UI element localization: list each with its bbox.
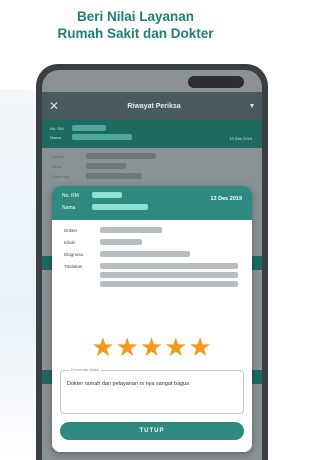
star-icon[interactable]: ★ xyxy=(91,332,115,362)
app-bar: ✕ Riwayat Periksa ▼ xyxy=(42,92,262,120)
dialog-no-rm-label: No. RM xyxy=(62,193,79,199)
dialog-header: No. RM Nama 13 Des 2019 xyxy=(52,186,252,220)
record-field-value xyxy=(86,163,126,169)
record-nama-value xyxy=(72,134,132,140)
app-bar-title: Riwayat Periksa xyxy=(127,102,181,110)
star-icon[interactable]: ★ xyxy=(140,332,164,362)
dialog-nama-value xyxy=(92,204,148,210)
record-field-value xyxy=(86,173,142,179)
comment-input-label: Komentar Anda xyxy=(69,367,101,372)
star-icon[interactable]: ★ xyxy=(116,332,140,362)
star-icon[interactable]: ★ xyxy=(164,332,188,362)
comment-input-value[interactable]: Dokter ramah dan pelayanan rs nya sangat… xyxy=(67,381,237,388)
comment-input[interactable]: Komentar Anda Dokter ramah dan pelayanan… xyxy=(60,367,244,414)
page-headline: Beri Nilai Layanan Rumah Sakit dan Dokte… xyxy=(0,8,271,42)
record-no-rm-value xyxy=(72,125,106,131)
close-button[interactable]: TUTUP xyxy=(60,422,244,440)
record-no-rm-label: No. RM xyxy=(50,126,64,131)
record-field-value xyxy=(86,153,156,159)
star-icon[interactable]: ★ xyxy=(188,332,212,362)
dialog-no-rm-value xyxy=(92,192,122,198)
close-icon[interactable]: ✕ xyxy=(42,99,66,113)
record-date: 13 Des 2019 xyxy=(229,136,252,141)
dialog-field-value xyxy=(100,227,162,233)
record-field-label: Dokter xyxy=(52,154,64,159)
dialog-field-value xyxy=(100,272,238,278)
dialog-field-label: Diagnosa xyxy=(64,252,84,257)
dialog-field-value xyxy=(100,281,238,287)
dialog-nama-label: Nama xyxy=(62,205,76,211)
phone-screen: ✕ Riwayat Periksa ▼ No. RM Nama 13 Des 2… xyxy=(42,70,262,460)
dialog-field-label: Dokter xyxy=(64,228,78,233)
dialog-field-label: Tindakan xyxy=(64,264,83,269)
headline-line-1: Beri Nilai Layanan xyxy=(76,9,195,24)
headline-line-2: Rumah Sakit dan Dokter xyxy=(57,26,214,41)
dialog-date: 13 Des 2019 xyxy=(210,196,243,202)
record-field-label: Klinik xyxy=(52,164,62,169)
dialog-field-value xyxy=(100,251,190,257)
record-header-dimmed: No. RM Nama xyxy=(42,120,262,148)
dialog-field-value xyxy=(100,263,238,269)
phone-notch xyxy=(188,76,244,88)
phone-mockup: ✕ Riwayat Periksa ▼ No. RM Nama 13 Des 2… xyxy=(36,64,268,460)
record-field-label: Diagnosa xyxy=(52,174,69,179)
dialog-field-value xyxy=(100,239,142,245)
dialog-field-label: Klinik xyxy=(64,240,75,245)
dropdown-caret-icon[interactable]: ▼ xyxy=(242,103,262,110)
record-nama-label: Nama xyxy=(50,135,61,140)
star-rating[interactable]: ★★★★★ xyxy=(52,334,252,360)
rating-dialog: No. RM Nama 13 Des 2019 Dokter Klinik Di… xyxy=(52,186,252,452)
